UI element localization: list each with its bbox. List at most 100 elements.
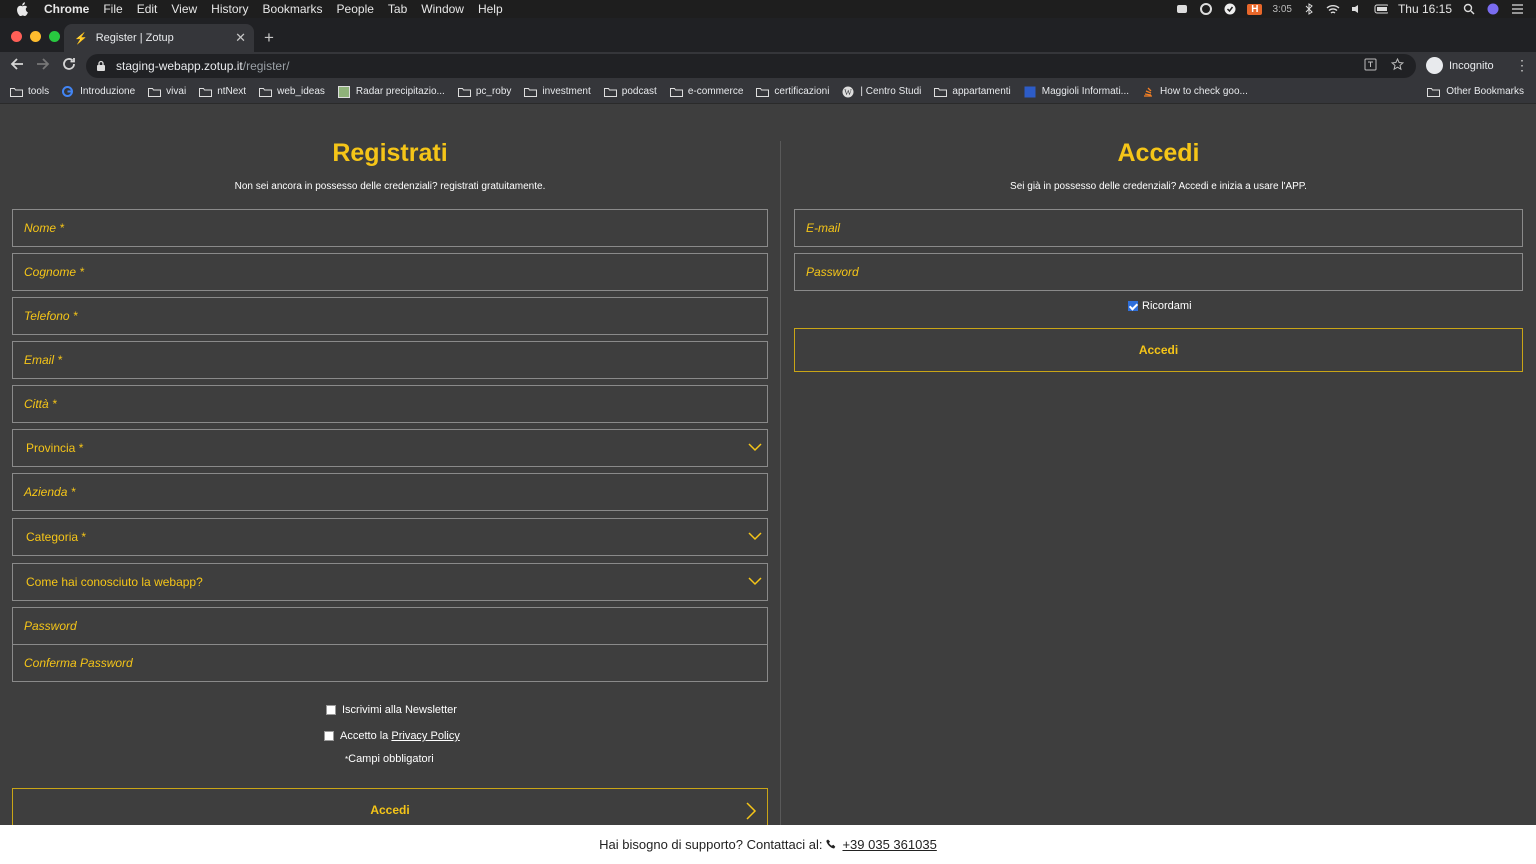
bookmark-item[interactable]: Maggioli Informati... [1024,86,1129,97]
menu-people[interactable]: People [337,2,374,16]
url-host: staging-webapp.zotup.it [116,59,243,73]
spotlight-search-icon[interactable] [1462,3,1476,15]
reload-icon[interactable] [62,57,76,75]
status-badge[interactable]: H [1247,3,1263,15]
lock-icon[interactable] [96,60,108,72]
newsletter-checkbox[interactable] [326,705,336,715]
browser-toolbar: staging-webapp.zotup.it/register/ Incogn… [0,52,1536,80]
conferma-password-input[interactable]: Conferma Password [12,644,768,682]
cognome-placeholder: Cognome * [24,265,85,279]
privacy-prefix: Accetto la [340,730,389,742]
bluetooth-icon[interactable] [1302,3,1316,15]
check-circle-icon[interactable] [1223,3,1237,15]
battery-icon[interactable] [1374,3,1388,15]
menubar-clock[interactable]: Thu 16:15 [1398,2,1452,16]
creative-cloud-icon[interactable] [1199,3,1213,15]
translate-icon[interactable] [1364,58,1377,74]
new-tab-plus-icon[interactable]: + [264,28,274,48]
nome-input[interactable]: Nome * [12,209,768,247]
bookmark-item[interactable]: e-commerce [669,86,744,97]
menu-help[interactable]: Help [478,2,503,16]
address-bar[interactable]: staging-webapp.zotup.it/register/ [86,54,1416,78]
star-bookmark-icon[interactable] [1390,57,1405,74]
bookmark-item[interactable]: How to check goo... [1142,86,1248,97]
privacy-checkbox[interactable] [324,731,334,741]
folder-icon [524,87,538,97]
come-conosciuto-select[interactable]: Come hai conosciuto la webapp? [12,563,768,601]
menu-bookmarks[interactable]: Bookmarks [263,2,323,16]
newsletter-label: Iscrivimi alla Newsletter [342,704,457,716]
bookmark-item[interactable]: podcast [603,86,657,97]
remember-me-row[interactable]: Ricordami [1128,300,1192,312]
categoria-selected-value: Categoria * [26,530,87,544]
provincia-select[interactable]: Provincia * [12,429,768,467]
siri-icon[interactable] [1486,3,1500,15]
tab-title: Register | Zotup [95,32,174,44]
menu-edit[interactable]: Edit [137,2,158,16]
volume-icon[interactable] [1350,3,1364,15]
bookmark-item[interactable]: W | Centro Studi [842,86,921,97]
azienda-placeholder: Azienda * [24,485,76,499]
close-window-button[interactable] [11,31,22,42]
bookmark-item[interactable]: certificazioni [756,86,829,97]
minimize-window-button[interactable] [30,31,41,42]
bookmark-item[interactable]: investment [524,86,591,97]
folder-icon [934,87,948,97]
privacy-checkbox-row[interactable]: Accetto la Privacy Policy [324,730,460,742]
bookmark-label: Maggioli Informati... [1041,86,1130,97]
incognito-profile[interactable]: Incognito [1426,57,1494,74]
browser-tab-active[interactable]: ⚡ Register | Zotup ✕ [64,24,254,52]
required-note-text: Campi obbligatori [348,753,434,765]
bookmark-item[interactable]: vivai [148,86,186,97]
wifi-icon[interactable] [1326,3,1340,15]
register-subtitle: Non sei ancora in possesso delle credenz… [234,181,546,192]
zoom-window-button[interactable] [49,31,60,42]
newsletter-checkbox-row[interactable]: Iscrivimi alla Newsletter [326,704,457,716]
bookmark-label: investment [542,86,591,97]
bookmark-item[interactable]: tools [10,86,49,97]
menu-history[interactable]: History [211,2,248,16]
login-submit-label: Accedi [1138,343,1179,357]
citta-input[interactable]: Città * [12,385,768,423]
incognito-icon [1426,57,1443,74]
bookmark-item[interactable]: appartamenti [934,86,1011,97]
bookmark-label: e-commerce [687,86,744,97]
bookmark-item[interactable]: Introduzione [62,86,135,97]
support-phone-link[interactable]: +39 035 361035 [842,837,936,852]
bookmark-label: Introduzione [80,86,136,97]
back-arrow-icon[interactable] [10,57,24,75]
azienda-input[interactable]: Azienda * [12,473,768,511]
email-input[interactable]: Email * [12,341,768,379]
bookmark-item[interactable]: ntNext [199,86,246,97]
menu-tab[interactable]: Tab [388,2,407,16]
login-password-input[interactable]: Password [794,253,1523,291]
phone-icon [826,837,836,852]
privacy-policy-link[interactable]: Privacy Policy [391,730,459,742]
window-controls [11,31,60,42]
menu-file[interactable]: File [103,2,122,16]
folder-icon [148,87,162,97]
tab-close-icon[interactable]: ✕ [235,30,246,46]
remember-me-checkbox[interactable] [1128,301,1138,311]
cognome-input[interactable]: Cognome * [12,253,768,291]
bookmark-item[interactable]: Radar precipitazio... [337,85,445,98]
more-menu-icon[interactable]: ⋮ [1515,57,1529,74]
telefono-input[interactable]: Telefono * [12,297,768,335]
categoria-select[interactable]: Categoria * [12,518,768,556]
folder-icon [259,87,273,97]
notification-center-icon[interactable] [1510,3,1524,15]
menu-window[interactable]: Window [421,2,464,16]
menu-chrome[interactable]: Chrome [44,2,89,16]
forward-arrow-icon[interactable] [36,57,50,75]
bookmark-item[interactable]: web_ideas [259,86,325,97]
bookmark-label: appartamenti [952,86,1011,97]
apple-icon[interactable] [16,2,30,16]
login-submit-button[interactable]: Accedi [794,328,1523,372]
bookmark-item[interactable]: pc_roby [457,86,511,97]
login-email-input[interactable]: E-mail [794,209,1523,247]
menu-view[interactable]: View [171,2,197,16]
password-input[interactable]: Password [12,607,768,645]
other-bookmarks[interactable]: Other Bookmarks [1427,86,1524,97]
chevron-down-icon [748,577,762,586]
dropbox-icon[interactable] [1175,3,1189,15]
